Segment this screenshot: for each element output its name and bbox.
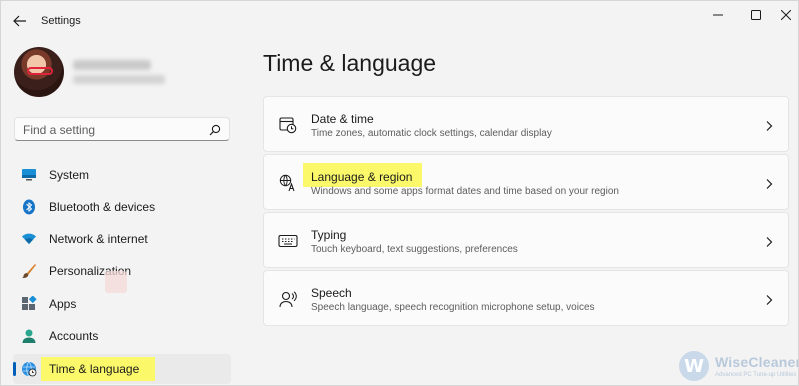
- keyboard-icon: [278, 231, 298, 251]
- card-description: Touch keyboard, text suggestions, prefer…: [311, 244, 518, 255]
- brush-icon: [21, 263, 37, 279]
- search-icon[interactable]: [209, 123, 221, 136]
- sidebar-item-network[interactable]: Network & internet: [13, 224, 231, 254]
- card-typing[interactable]: Typing Touch keyboard, text suggestions,…: [263, 212, 789, 268]
- profile-email-blurred: [73, 75, 165, 84]
- wisecleaner-logo: W: [679, 351, 709, 381]
- sidebar-item-label: Accounts: [49, 329, 99, 343]
- accounts-icon: [21, 328, 37, 344]
- chevron-right-icon: [764, 235, 774, 247]
- sidebar-item-bluetooth[interactable]: Bluetooth & devices: [13, 192, 231, 222]
- search-input[interactable]: Find a setting: [14, 117, 230, 141]
- chevron-right-icon: [764, 119, 774, 131]
- settings-window: Settings Find a setting System Bluetooth…: [0, 0, 799, 386]
- sidebar-item-label: Apps: [49, 297, 77, 311]
- card-title: Speech: [311, 286, 352, 300]
- apps-icon: [21, 296, 37, 312]
- chevron-right-icon: [764, 177, 774, 189]
- sidebar-item-label: Bluetooth & devices: [49, 200, 156, 214]
- wifi-icon: [21, 231, 37, 247]
- card-language-region[interactable]: Language & region Windows and some apps …: [263, 154, 789, 210]
- system-icon: [21, 167, 37, 183]
- ghost-search-overlay: [105, 271, 127, 293]
- sidebar-item-label: System: [49, 168, 90, 182]
- speech-icon: [278, 289, 298, 309]
- language-icon: [278, 173, 298, 193]
- card-title: Typing: [311, 228, 347, 242]
- close-icon[interactable]: [771, 5, 798, 25]
- card-description: Windows and some apps format dates and t…: [311, 186, 619, 197]
- profile-name-blurred: [73, 60, 151, 70]
- title-bar: Settings: [1, 1, 798, 41]
- search-placeholder: Find a setting: [23, 123, 96, 137]
- page-title: Time & language: [263, 50, 437, 76]
- back-arrow-icon[interactable]: [10, 11, 30, 31]
- watermark-tagline: Advanced PC Tune-up Utilities: [715, 372, 797, 378]
- card-title: Date & time: [311, 112, 374, 126]
- card-title: Language & region: [311, 170, 413, 184]
- chevron-right-icon: [764, 293, 774, 305]
- sidebar-item-time-language[interactable]: Time & language: [13, 354, 231, 384]
- globe-clock-icon: [21, 361, 37, 377]
- watermark-name: WiseCleaner: [715, 354, 799, 370]
- window-title: Settings: [41, 15, 81, 27]
- calendar-clock-icon: [278, 115, 298, 135]
- bluetooth-icon: [21, 199, 37, 215]
- card-speech[interactable]: Speech Speech language, speech recogniti…: [263, 270, 789, 326]
- sidebar-item-label: Time & language: [49, 362, 140, 376]
- minimize-icon[interactable]: [703, 5, 733, 25]
- card-description: Speech language, speech recognition micr…: [311, 302, 595, 313]
- sidebar-item-system[interactable]: System: [13, 160, 231, 190]
- sidebar-item-accounts[interactable]: Accounts: [13, 321, 231, 351]
- card-date-time[interactable]: Date & time Time zones, automatic clock …: [263, 96, 789, 152]
- maximize-icon[interactable]: [741, 5, 771, 25]
- avatar[interactable]: [14, 47, 64, 97]
- avatar-glasses: [27, 67, 53, 75]
- card-description: Time zones, automatic clock settings, ca…: [311, 128, 552, 139]
- wisecleaner-watermark: W WiseCleaner Advanced PC Tune-up Utilit…: [679, 349, 799, 385]
- sidebar-item-apps[interactable]: Apps: [13, 289, 231, 319]
- selection-indicator: [13, 362, 16, 376]
- sidebar-item-label: Network & internet: [49, 232, 148, 246]
